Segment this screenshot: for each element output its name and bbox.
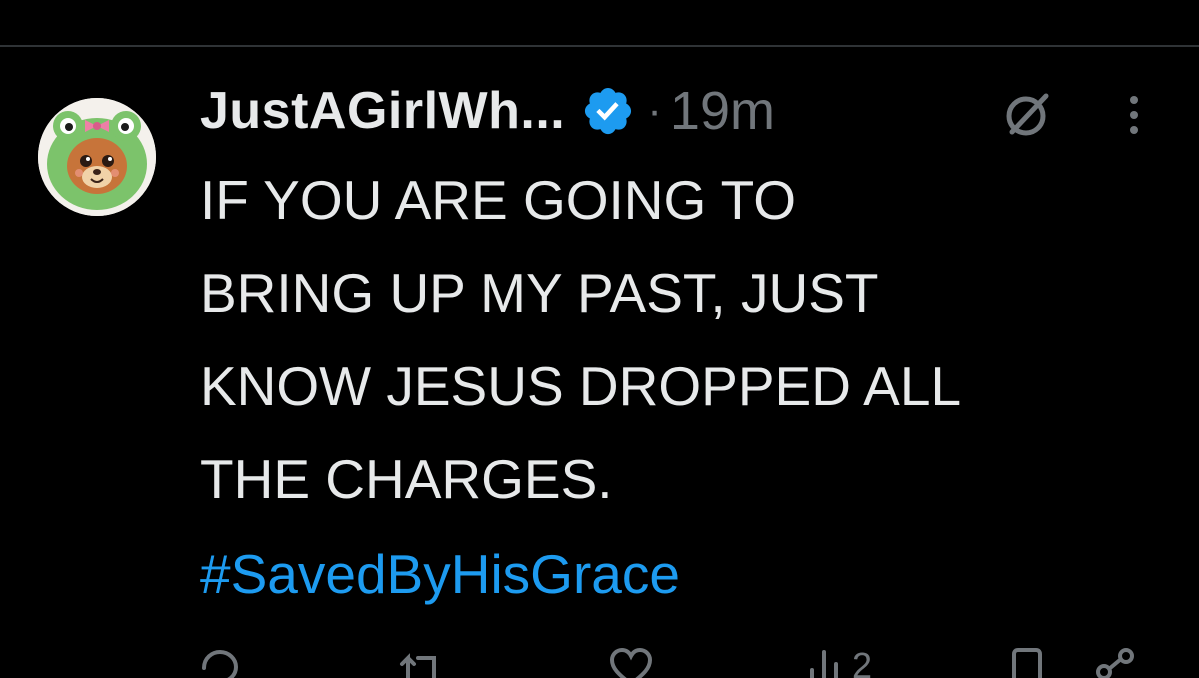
hashtag-link[interactable]: #SavedByHisGrace [200,528,680,621]
avatar-image [38,98,156,216]
views-button[interactable]: 2 [806,648,872,678]
bookmark-icon [1012,648,1042,678]
share-button[interactable] [1094,648,1138,678]
retweet-icon [400,653,436,678]
tweet-header: JustAGirlWh... · 19m [200,76,775,146]
views-count: 2 [852,645,873,678]
bookmark-button[interactable] [1010,648,1044,678]
tweet-timestamp[interactable]: 19m [670,80,775,142]
verified-badge-icon[interactable] [581,84,635,138]
reply-icon [202,649,239,678]
views-icon [810,650,838,678]
header-separator: · [647,86,662,135]
avatar[interactable] [38,98,156,216]
tweet-text: IF YOU ARE GOING TO BRING UP MY PAST, JU… [200,169,962,510]
top-divider [0,45,1199,47]
share-icon [1096,648,1134,678]
tweet-action-bar: 2 [0,640,1199,678]
retweet-button[interactable] [398,648,444,678]
more-icon[interactable] [1122,94,1146,138]
like-button[interactable] [608,648,654,678]
grok-icon[interactable] [1000,86,1056,142]
reply-button[interactable] [198,648,240,678]
heart-icon [609,648,653,678]
author-display-name[interactable]: JustAGirlWh... [200,81,565,141]
